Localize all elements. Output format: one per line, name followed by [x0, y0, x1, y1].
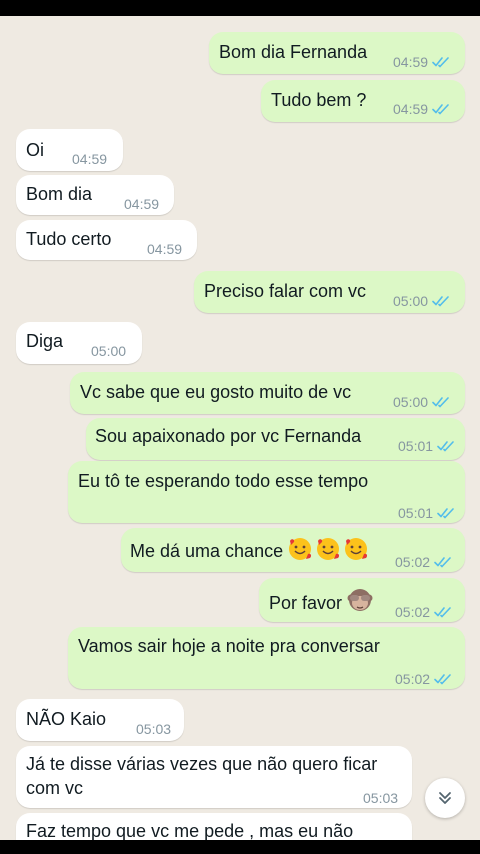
- double-check-icon: [432, 296, 449, 307]
- outgoing-message[interactable]: Me dá uma chance 05:02: [121, 528, 465, 572]
- message-text-label: Por favor: [269, 593, 343, 613]
- message-text: Preciso falar com vc: [204, 281, 367, 301]
- incoming-message[interactable]: Tudo certo 04:59: [16, 220, 197, 260]
- message-meta: 05:00: [393, 289, 450, 313]
- message-text: NÃO Kaio: [26, 709, 107, 729]
- message-time: 04:59: [124, 196, 160, 212]
- message-meta: 05:01: [398, 501, 455, 525]
- message-text: Vamos sair hoje a noite pra conversar: [78, 636, 380, 656]
- message-meta: 04:59: [393, 97, 450, 121]
- message-meta: 04:59: [72, 147, 107, 171]
- outgoing-message[interactable]: Vamos sair hoje a noite pra conversar 05…: [68, 627, 465, 689]
- message-meta: 05:03: [136, 717, 171, 741]
- message-time: 05:03: [136, 721, 172, 737]
- double-check-icon: [437, 441, 454, 452]
- navigation-bar: [0, 840, 480, 854]
- message-time: 05:00: [91, 343, 127, 359]
- incoming-message[interactable]: Já te disse várias vezes que não quero f…: [16, 746, 412, 808]
- message-text: Tudo certo: [26, 229, 112, 249]
- double-check-icon: [432, 57, 449, 68]
- chevron-double-down-icon: [439, 792, 451, 804]
- double-check-icon: [437, 508, 454, 519]
- message-time: 05:02: [395, 671, 431, 687]
- double-check-icon: [434, 607, 451, 618]
- message-meta: 04:59: [124, 192, 159, 216]
- chat-area[interactable]: Bom dia Fernanda 04:59 Tudo bem ? 04:59 …: [0, 16, 480, 840]
- message-meta: 05:01: [398, 434, 455, 458]
- message-time: 04:59: [393, 54, 429, 70]
- outgoing-message[interactable]: Preciso falar com vc 05:00: [194, 271, 465, 313]
- message-text: Me dá uma chance: [130, 537, 372, 563]
- message-text: Vc sabe que eu gosto muito de vc: [80, 382, 352, 402]
- message-meta: 04:59: [393, 50, 450, 74]
- message-time: 04:59: [393, 101, 429, 117]
- message-time: 05:02: [395, 604, 431, 620]
- message-meta: 05:03: [363, 786, 398, 810]
- message-time: 04:59: [147, 241, 183, 257]
- incoming-message[interactable]: Oi 04:59: [16, 129, 123, 171]
- message-text: Por favor: [269, 587, 373, 615]
- outgoing-message[interactable]: Sou apaixonado por vc Fernanda 05:01: [86, 418, 465, 460]
- message-text: Sou apaixonado por vc Fernanda: [95, 426, 362, 446]
- smiling-face-with-hearts-icon: [289, 538, 368, 560]
- message-text: Bom dia Fernanda: [219, 42, 368, 62]
- incoming-message[interactable]: NÃO Kaio 05:03: [16, 699, 184, 741]
- outgoing-message[interactable]: Tudo bem ? 04:59: [261, 80, 465, 122]
- message-meta: 04:59: [147, 237, 182, 261]
- incoming-message[interactable]: Bom dia 04:59: [16, 175, 174, 215]
- outgoing-message[interactable]: Eu tô te esperando todo esse tempo 05:01: [68, 461, 465, 523]
- outgoing-message[interactable]: Vc sabe que eu gosto muito de vc 05:00: [70, 372, 465, 414]
- message-text: Já te disse várias vezes que não quero f…: [26, 754, 378, 798]
- scroll-to-bottom-button[interactable]: [425, 778, 465, 818]
- incoming-message[interactable]: Faz tempo que vc me pede , mas eu não: [16, 813, 412, 840]
- double-check-icon: [434, 674, 451, 685]
- see-no-evil-monkey-icon: [347, 589, 373, 611]
- message-meta: 05:02: [395, 600, 452, 624]
- message-time: 05:00: [393, 293, 429, 309]
- message-text-label: Me dá uma chance: [130, 541, 284, 561]
- message-time: 05:03: [363, 790, 399, 806]
- message-time: 05:00: [393, 394, 429, 410]
- outgoing-message[interactable]: Por favor 05:02: [259, 578, 465, 622]
- message-text: Bom dia: [26, 184, 93, 204]
- message-text: Diga: [26, 331, 64, 351]
- message-meta: 05:00: [91, 339, 126, 363]
- incoming-message[interactable]: Diga 05:00: [16, 322, 142, 364]
- message-text: Oi: [26, 140, 44, 160]
- message-time: 04:59: [72, 151, 108, 167]
- message-text: Eu tô te esperando todo esse tempo: [78, 471, 369, 491]
- outgoing-message[interactable]: Bom dia Fernanda 04:59: [209, 32, 465, 74]
- message-time: 05:01: [398, 438, 434, 454]
- message-text: Tudo bem ?: [271, 90, 367, 110]
- message-meta: 05:02: [395, 550, 452, 574]
- message-meta: 05:00: [393, 390, 450, 414]
- double-check-icon: [432, 397, 449, 408]
- message-meta: 05:02: [395, 667, 452, 691]
- message-time: 05:01: [398, 505, 434, 521]
- double-check-icon: [434, 557, 451, 568]
- status-bar: [0, 0, 480, 16]
- double-check-icon: [432, 104, 449, 115]
- message-time: 05:02: [395, 554, 431, 570]
- message-text: Faz tempo que vc me pede , mas eu não: [26, 821, 354, 840]
